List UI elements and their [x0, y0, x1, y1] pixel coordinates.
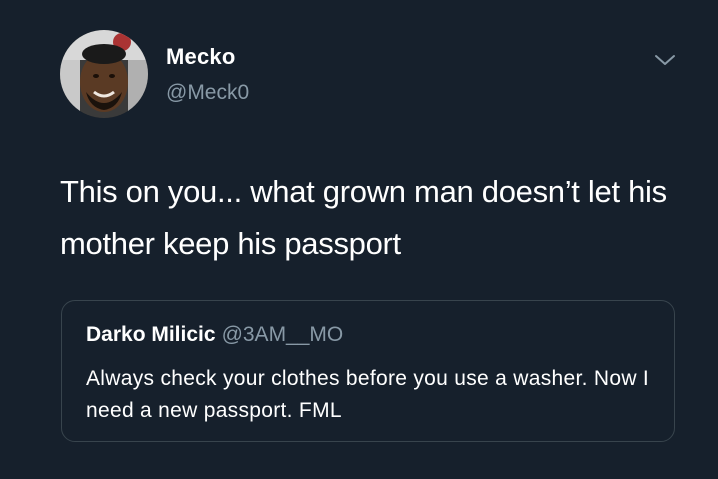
quoted-author-handle: @3AM__MO [221, 323, 344, 346]
tweet-text: This on you... what grown man doesn’t le… [60, 174, 667, 261]
chevron-down-icon[interactable] [652, 50, 678, 70]
avatar[interactable] [60, 30, 148, 118]
user-handle[interactable]: @Meck0 [166, 81, 249, 105]
quoted-author-name: Darko Milicic [86, 323, 216, 346]
quoted-tweet-header: Darko Milicic @3AM__MO [86, 323, 343, 347]
tweet-card: Mecko @Meck0 This on you... what grown m… [0, 0, 718, 479]
avatar-photo [60, 30, 148, 118]
quoted-tweet-card[interactable]: Darko Milicic @3AM__MO Always check your … [61, 300, 675, 442]
user-display-name[interactable]: Mecko [166, 44, 235, 70]
quoted-tweet-text: Always check your clothes before you use… [86, 367, 650, 422]
